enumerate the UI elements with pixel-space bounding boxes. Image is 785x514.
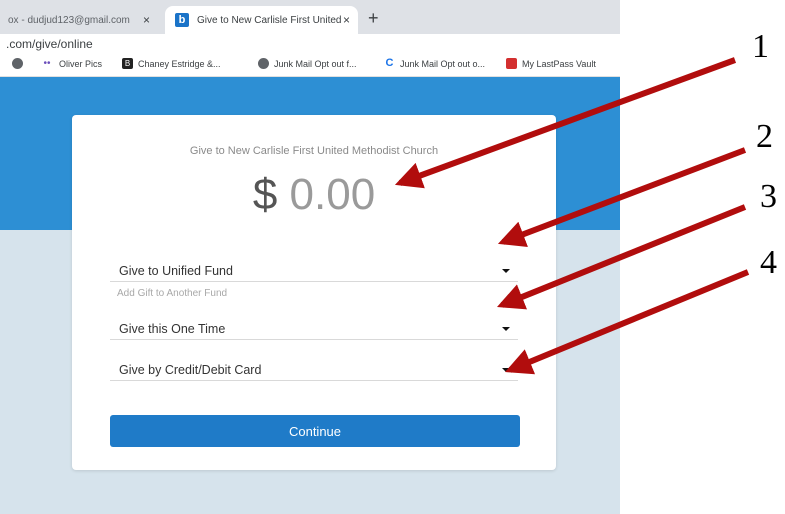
tab-strip: ox - dudjud123@gmail.com × b Give to New… (0, 0, 620, 34)
caret-down-icon (502, 368, 510, 372)
payment-select-value: Give by Credit/Debit Card (119, 363, 262, 377)
globe-icon (258, 58, 269, 69)
annotation-number-3: 3 (760, 178, 777, 215)
caret-down-icon (502, 269, 510, 273)
bookmark-lastpass[interactable]: My LastPass Vault (506, 58, 596, 69)
c-icon: C (385, 57, 394, 69)
annotation-number-1: 1 (752, 28, 769, 65)
bookmark-label: Junk Mail Opt out f... (274, 58, 357, 69)
close-tab-icon[interactable]: × (343, 13, 350, 27)
tab-title: ox - dudjud123@gmail.com (8, 14, 130, 26)
fund-select[interactable]: Give to Unified Fund (110, 259, 518, 282)
caret-down-icon (502, 327, 510, 331)
bookmark-globe[interactable] (12, 58, 28, 69)
tab-title: Give to New Carlisle First United (197, 14, 342, 26)
browser-screenshot: ox - dudjud123@gmail.com × b Give to New… (0, 0, 620, 514)
give-form-card: Give to New Carlisle First United Method… (72, 115, 556, 470)
bookmark-label: My LastPass Vault (522, 58, 596, 69)
continue-button[interactable]: Continue (110, 415, 520, 447)
bookmark-label: Oliver Pics (59, 58, 103, 69)
fund-select-value: Give to Unified Fund (119, 264, 233, 278)
lastpass-icon (506, 58, 517, 69)
amount-input[interactable]: $ 0.00 (72, 170, 556, 220)
address-bar[interactable]: .com/give/online (0, 34, 620, 54)
tab-give-online[interactable]: b Give to New Carlisle First United × (165, 6, 358, 34)
dots-icon: •• (43, 58, 51, 69)
form-title: Give to New Carlisle First United Method… (189, 145, 439, 157)
globe-icon (12, 58, 23, 69)
frequency-select-value: Give this One Time (119, 322, 226, 336)
bookmark-junk-mail-1[interactable]: Junk Mail Opt out f... (258, 58, 357, 69)
bookmark-label: Chaney Estridge &... (138, 58, 221, 69)
annotation-number-4: 4 (760, 244, 777, 281)
payment-method-select[interactable]: Give by Credit/Debit Card (110, 358, 518, 381)
bookmarks-bar: •• Oliver Pics B Chaney Estridge &... Ju… (0, 54, 620, 77)
b-favicon-icon: b (175, 13, 189, 27)
url-text: .com/give/online (6, 37, 93, 51)
annotation-number-2: 2 (756, 118, 773, 155)
currency-symbol: $ (252, 170, 278, 219)
frequency-select[interactable]: Give this One Time (110, 317, 518, 340)
new-tab-button[interactable]: + (368, 8, 379, 29)
amount-value: 0.00 (289, 170, 376, 219)
b-square-icon: B (122, 58, 133, 69)
bookmark-label: Junk Mail Opt out o... (400, 58, 486, 69)
bookmark-junk-mail-2[interactable]: C Junk Mail Opt out o... (384, 57, 486, 69)
bookmark-chaney-estridge[interactable]: B Chaney Estridge &... (122, 58, 221, 69)
tab-gmail[interactable]: ox - dudjud123@gmail.com × (0, 6, 158, 34)
close-tab-icon[interactable]: × (143, 13, 150, 27)
bookmark-oliver-pics[interactable]: •• Oliver Pics (40, 58, 102, 69)
add-fund-link[interactable]: Add Gift to Another Fund (117, 288, 227, 299)
